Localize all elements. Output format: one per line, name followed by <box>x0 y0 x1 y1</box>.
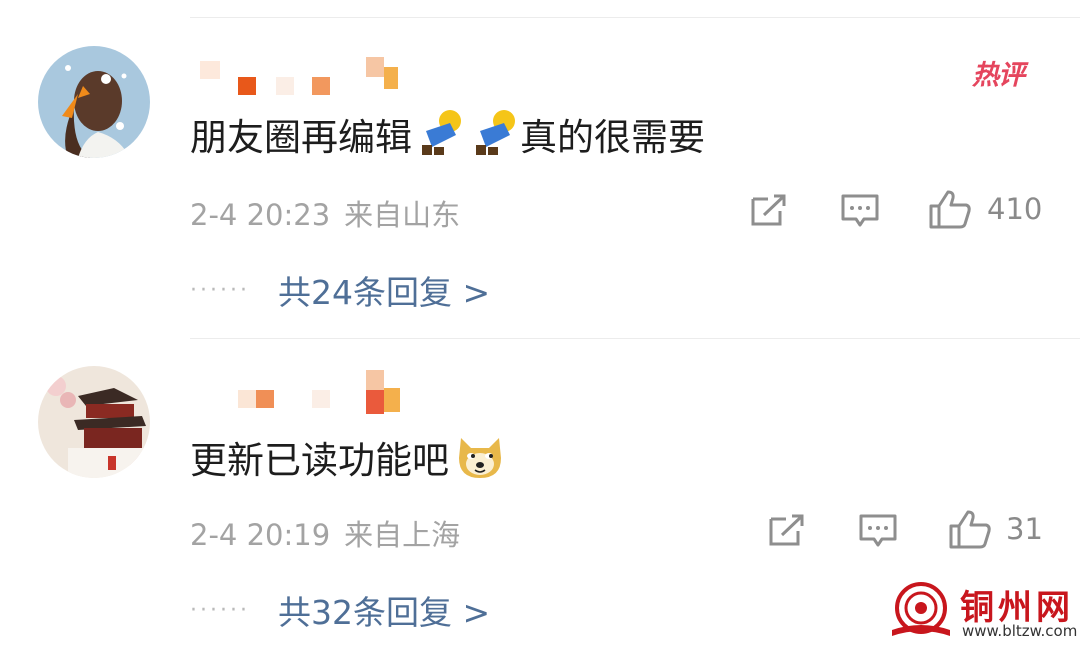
doge-emoji <box>453 428 507 494</box>
share-icon[interactable] <box>768 513 806 551</box>
username-masked[interactable] <box>200 370 410 414</box>
view-replies-link[interactable]: 共24条回复 > <box>278 266 490 314</box>
high-five-emoji <box>470 107 520 169</box>
comment-text: 朋友圈再编辑 真的很需要 <box>190 107 705 169</box>
like-icon[interactable] <box>928 188 972 234</box>
comment-time: 2-4 20:19 <box>190 518 331 552</box>
like-count: 410 <box>987 192 1043 226</box>
comment-item: 热评 朋友圈再编辑 真的很需要 2-4 20:23 来自山东 410 ·····… <box>0 0 1080 340</box>
like-count: 31 <box>1006 512 1043 546</box>
avatar[interactable] <box>38 46 150 158</box>
comment-time: 2-4 20:23 <box>190 198 331 232</box>
comment-meta: 2-4 20:19 来自上海 <box>190 512 460 554</box>
comment-location: 来自山东 <box>344 198 461 232</box>
comment-icon[interactable] <box>858 513 898 553</box>
replies-row: ······ 共24条回复 > <box>190 266 490 314</box>
site-logo-icon <box>892 582 950 636</box>
username-masked[interactable] <box>200 55 410 95</box>
avatar[interactable] <box>38 366 150 478</box>
like-icon[interactable] <box>948 508 992 554</box>
site-watermark: 铜州网 www.bltzw.com <box>888 578 1080 646</box>
hot-comment-badge: 热评 <box>972 60 1025 91</box>
view-replies-link[interactable]: 共32条回复 > <box>278 586 490 634</box>
comment-text: 更新已读功能吧 <box>190 428 507 494</box>
share-icon[interactable] <box>750 193 788 231</box>
comment-location: 来自上海 <box>344 518 461 552</box>
watermark-url: www.bltzw.com <box>962 622 1078 640</box>
high-five-emoji <box>416 107 466 169</box>
comment-divider <box>190 338 1080 339</box>
comment-icon[interactable] <box>840 193 880 233</box>
dots-separator: ······ <box>190 597 250 623</box>
comment-meta: 2-4 20:23 来自山东 <box>190 192 460 234</box>
dots-separator: ······ <box>190 277 250 303</box>
replies-row: ······ 共32条回复 > <box>190 586 490 634</box>
